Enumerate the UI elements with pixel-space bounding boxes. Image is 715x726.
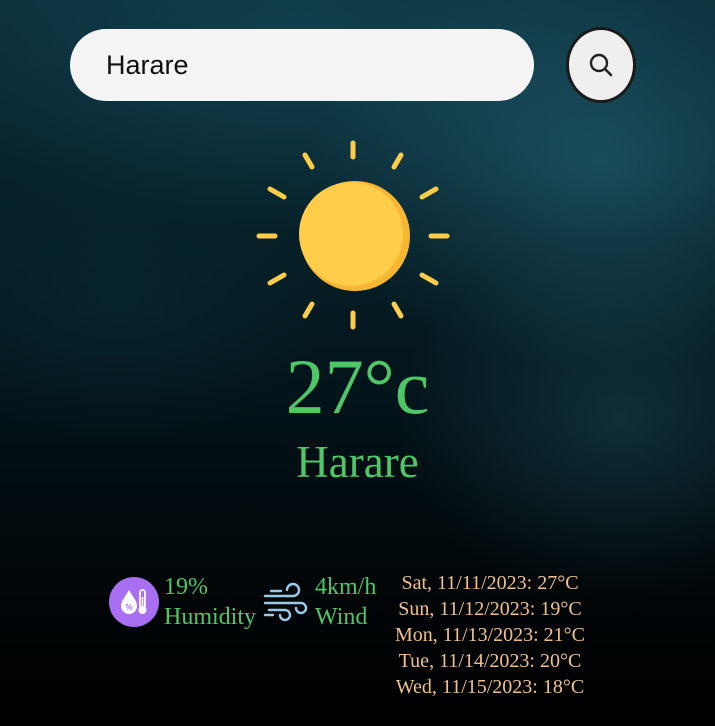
search-button[interactable] (566, 27, 636, 103)
search-input[interactable] (106, 49, 510, 81)
forecast-item: Sat, 11/11/2023: 27°C (401, 572, 579, 594)
wind-value: 4km/h (315, 574, 377, 600)
search-icon (589, 53, 613, 77)
humidity-value: 19% (164, 574, 208, 600)
city-name: Harare (296, 437, 419, 487)
wind-detail: 4km/h Wind (263, 572, 376, 632)
forecast-list: Sat, 11/11/2023: 27°C Sun, 11/12/2023: 1… (378, 570, 602, 700)
current-temperature: 27°c (285, 343, 430, 430)
humidity-icon: % (109, 577, 159, 627)
wind-label: Wind (315, 604, 368, 630)
forecast-item: Sun, 11/12/2023: 19°C (398, 598, 582, 620)
search-bar[interactable] (70, 29, 534, 101)
humidity-label: Humidity (164, 604, 257, 630)
svg-text:%: % (125, 603, 132, 612)
forecast-item: Wed, 11/15/2023: 18°C (395, 676, 585, 698)
sun-icon (256, 140, 450, 330)
humidity-detail: % 19% Humidity (109, 572, 256, 632)
forecast-item: Mon, 11/13/2023: 21°C (394, 624, 586, 646)
wind-icon (263, 582, 308, 622)
forecast-item: Tue, 11/14/2023: 20°C (398, 650, 582, 672)
